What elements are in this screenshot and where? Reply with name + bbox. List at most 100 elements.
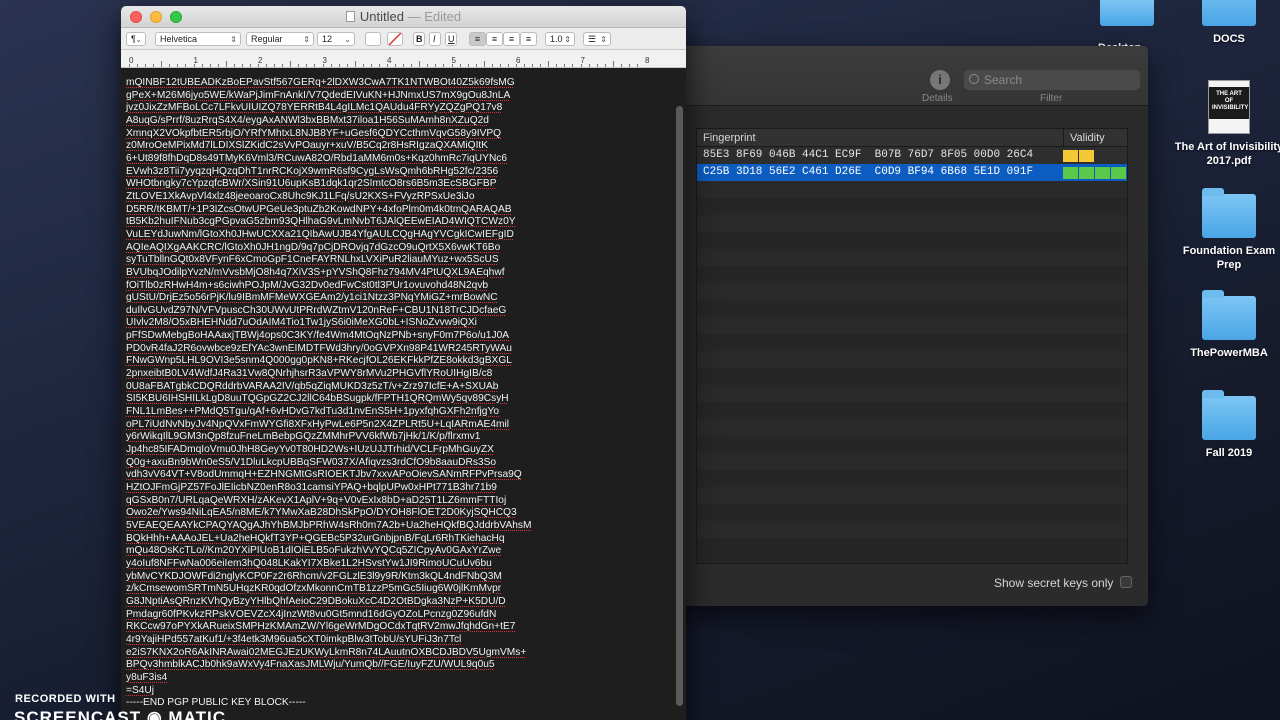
desktop-icon-label: The Art of Invisibility 2017.pdf [1174,141,1280,167]
ruler-tick [266,64,268,67]
ruler-tick [596,64,598,67]
underline-button[interactable]: U [445,32,457,46]
ruler-tick [451,64,453,67]
paragraph-style-popup[interactable]: ¶ ⌄ [126,32,146,46]
table-header: Fingerprint Validity [697,129,1127,147]
text-line: 5VEAEQEAAYkCPAQYAQgAJhYhBMJbPRhW4sRh0m7A… [126,519,532,531]
keychain-window: i Details Search Filter Fingerprint Vali… [640,46,1148,606]
empty-row [697,232,1127,249]
background-color-well[interactable] [387,32,403,46]
fingerprint-cell: C25B 3D18 56E2 C461 D26E C0D9 BF94 6B68 … [703,166,1034,178]
column-header-fingerprint[interactable]: Fingerprint [703,132,756,144]
ruler-tick [322,64,324,67]
text-line: Jp4hc85IFADmqIoVmu0JhH8GeyYv0T80HD2Ws+IU… [126,444,494,456]
text-line: e2iS7KNX2oR6AkINRAwai02MEGJEzUKWyLkmR8n7… [126,646,527,658]
recorded-with-label: RECORDED WITH [15,693,116,705]
text-line: pFfSDwMebgBoHAAaxjTBWj4ops0C3KY/fe4Wm4Mt… [126,330,510,342]
text-line: FNL1LmBes++PMdQ5Tgu/qAf+6vHDvG7kdTu3d1nv… [126,406,499,418]
key-row[interactable]: C25B 3D18 56E2 C461 D26E C0D9 BF94 6B68 … [697,164,1127,181]
desktop-icon-thepowermba[interactable]: ThePowerMBA [1174,290,1280,360]
vertical-scrollbar[interactable] [676,106,683,706]
text-line: tB5Kb2huIFNub3cgPGpvaG5zbm93QHlhaG9vLmNv… [126,216,516,228]
filter-label: Filter [1040,93,1063,104]
empty-row [697,300,1127,317]
text-line: Q0g+axuBn9bWn0eS5/V1DluLkcpUBBqSFW037X/A… [126,456,497,468]
ruler-tick [435,64,437,67]
desktop-icon-fall-2019[interactable]: Fall 2019 [1174,390,1280,460]
folder-icon [1202,290,1256,340]
empty-row [697,198,1127,215]
ruler-tick [411,64,413,67]
ruler-tick [628,64,630,67]
info-icon[interactable]: i [930,70,950,90]
desktop-icon-docs[interactable]: DOCS [1174,0,1280,46]
ruler-tick [298,64,300,67]
desktop-icon-label: Foundation Exam Prep [1182,245,1276,271]
ruler-tick [177,64,179,67]
empty-row [697,266,1127,283]
align-right-icon[interactable]: ≡ [503,32,520,46]
empty-row [697,283,1127,300]
ruler-tick [241,64,243,67]
italic-button[interactable]: I [429,32,441,46]
empty-row [697,470,1127,487]
ruler-number: 8 [645,56,650,65]
font-family-popup[interactable]: Helvetica ⇕ [155,32,241,46]
align-left-icon[interactable]: ≡ [469,32,486,46]
screencast-matic-logo: SCREENCAST ◉ MATIC [14,708,226,720]
keys-table: Fingerprint Validity 85E3 8F69 046B 44C1… [696,128,1128,564]
details-label: Details [922,93,953,104]
format-bar: ¶ ⌄ Helvetica ⇕ Regular ⇕ 12 ⌄ B I U ≡ ≡ ≡ ≡… [121,28,686,50]
text-line: BVUbqJOdilpYvzN/mVvsbMjO8h4q7XiV3S+pYVSh… [126,266,505,278]
pdf-thumbnail-icon: THE ART OF INVISIBILITY [1208,80,1250,134]
list-bullets-popup[interactable]: ☰ ⇕ [583,32,611,46]
ruler-tick [225,61,227,67]
ruler-tick [282,64,284,67]
search-input[interactable]: Search [964,70,1140,90]
validity-segment [1095,167,1110,179]
ruler-tick [290,61,292,67]
ruler-tick [258,64,259,67]
font-style-popup[interactable]: Regular ⇕ [246,32,314,46]
ruler-tick [491,64,493,67]
ruler-tick [612,61,614,67]
ruler-tick [169,64,171,67]
title-bar: Untitled — Edited [121,6,686,28]
ruler[interactable]: 012345678 [121,50,686,68]
search-icon [969,74,979,84]
align-justify-icon[interactable]: ≡ [520,32,537,46]
ruler-tick [467,64,469,67]
text-line: vdh3vV64VT+V8odUmmqH+EZHNGMtGsRIOEKTJbv7… [126,469,522,481]
text-line: oPL7iUdNvNbyJv4NpQVxFmWYGfi8XFxHyPwLe6P5… [126,418,510,430]
desktop-icon-foundation-exam-prep[interactable]: Foundation Exam Prep [1174,188,1280,272]
text-line: A8uqG/sPrrf/8uzRrqS4X4/eygAxANWl3bxBBMxt… [126,114,489,126]
window-title: Untitled — Edited [121,9,686,24]
ruler-tick [185,64,187,67]
key-row[interactable]: 85E3 8F69 046B 44C1 EC9F B07B 76D7 8F05 … [697,147,1127,164]
line-spacing-popup[interactable]: 1.0 ⇕ [545,32,575,46]
empty-row [697,504,1127,521]
align-center-icon[interactable]: ≡ [486,32,503,46]
ruler-tick [556,64,558,67]
text-line: VuLEYdJuwNm/lGtoXh0JHwUCXXa21QIbAwUJB4Yf… [126,228,514,240]
desktop-icon-label: ThePowerMBA [1190,347,1268,359]
ruler-tick [201,64,203,67]
folder-icon [1202,188,1256,238]
folder-icon[interactable] [1100,0,1154,26]
font-size-field[interactable]: 12 ⌄ [317,32,355,46]
text-line: z0MroOeMPixMd7lLDIXSlZKidC2sVvPOauyr+xuV… [126,140,489,152]
ruler-tick [137,64,139,67]
ruler-tick [548,61,550,67]
bold-button[interactable]: B [413,32,425,46]
ruler-tick [588,64,590,67]
desktop-icon-art-of-invisibility[interactable]: THE ART OF INVISIBILITY The Art of Invis… [1174,80,1280,168]
text-color-well[interactable] [365,32,381,46]
ruler-tick [209,64,211,67]
show-secret-keys-checkbox[interactable] [1120,576,1132,588]
document-text[interactable]: mQINBF12tUBEADKzBoEPavStf567GERq+2lDXW3C… [121,69,674,720]
text-line: XmnqX2VOkpfbtER5rbjO/YRfYMhtxL8NJB8YF+uG… [126,127,502,139]
text-line: jvz0JixZzMFBoLCc7LFkvUIUIZQ78YERRtB4L4gI… [126,102,503,114]
ruler-tick [443,64,445,67]
column-header-validity[interactable]: Validity [1063,129,1105,147]
ruler-tick [193,64,195,67]
